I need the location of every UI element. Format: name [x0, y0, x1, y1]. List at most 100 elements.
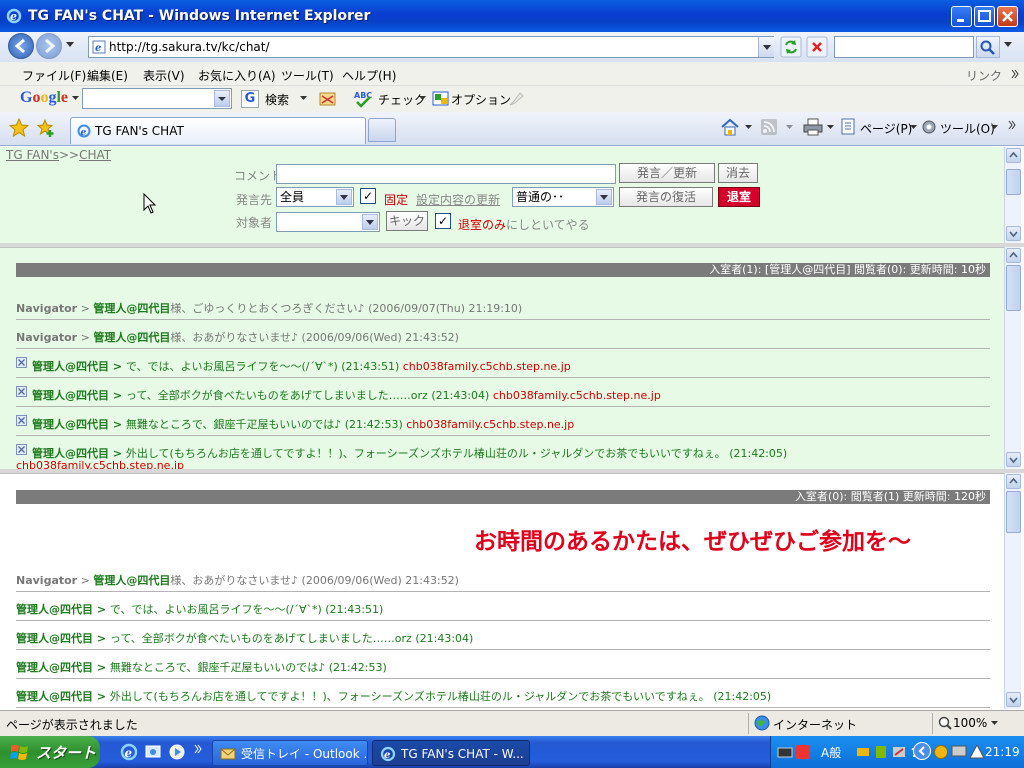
- delete-message-icon[interactable]: [16, 357, 27, 368]
- restore-message-button[interactable]: 発言の復活: [619, 187, 713, 207]
- ime-settings-icon[interactable]: [891, 744, 907, 760]
- leave-room-button[interactable]: 退室: [718, 187, 760, 207]
- settings-update-link[interactable]: 設定内容の更新: [416, 191, 500, 208]
- print-icon[interactable]: [803, 118, 823, 136]
- tools-gear-icon[interactable]: [920, 118, 938, 136]
- zoom-icon[interactable]: [938, 716, 952, 730]
- scroll-down-icon[interactable]: [1006, 226, 1021, 241]
- dest-select-arrow-icon[interactable]: [336, 189, 352, 205]
- start-button[interactable]: スタート: [0, 736, 100, 768]
- tools-menu-button[interactable]: ツール(O): [940, 120, 995, 137]
- target-select[interactable]: [276, 212, 380, 232]
- add-favorites-icon[interactable]: [36, 118, 56, 138]
- security-alert-icon[interactable]: [969, 744, 985, 760]
- clear-button[interactable]: 消去: [718, 163, 758, 183]
- tab-tg-fans-chat[interactable]: e TG FAN's CHAT: [70, 117, 366, 144]
- maximize-button[interactable]: [974, 6, 995, 27]
- print-dropdown-icon[interactable]: [827, 125, 834, 130]
- scroll-thumb[interactable]: [1006, 491, 1021, 533]
- options-button[interactable]: オプション: [451, 91, 511, 108]
- scroll-thumb[interactable]: [1006, 169, 1021, 195]
- address-input[interactable]: [88, 36, 774, 58]
- refresh-icon[interactable]: [780, 36, 802, 58]
- delete-message-icon[interactable]: [16, 386, 27, 397]
- viewer-log-scrollbar[interactable]: [1004, 473, 1021, 709]
- scroll-down-icon[interactable]: [1006, 452, 1021, 467]
- google-menu-icon[interactable]: [72, 96, 79, 101]
- tone-select[interactable]: 普通の･･: [512, 187, 614, 207]
- menu-file[interactable]: ファイル(F): [22, 67, 86, 84]
- delete-message-icon[interactable]: [16, 444, 27, 455]
- options-icon[interactable]: [432, 90, 450, 108]
- forward-button[interactable]: [36, 33, 62, 59]
- kick-button[interactable]: キック: [386, 211, 428, 231]
- tray-expand-icon[interactable]: [913, 742, 931, 760]
- scroll-thumb[interactable]: [1006, 265, 1021, 311]
- ime-icon[interactable]: [795, 744, 811, 760]
- google-search-input[interactable]: [82, 88, 232, 109]
- history-dropdown-icon[interactable]: [66, 42, 74, 48]
- task-ie-chat[interactable]: e TG FAN's CHAT - W...: [372, 740, 530, 766]
- ime-tools-icon[interactable]: [855, 744, 871, 760]
- address-dropdown-icon[interactable]: [758, 37, 774, 57]
- quicklaunch-chevron-icon[interactable]: [194, 744, 202, 754]
- menu-view[interactable]: 表示(V): [143, 67, 185, 84]
- breadcrumb-chat-link[interactable]: CHAT: [79, 148, 111, 162]
- close-button[interactable]: [997, 6, 1018, 27]
- feeds-dropdown-icon[interactable]: [786, 125, 793, 130]
- task-outlook[interactable]: 受信トレイ - Outlook ...: [212, 740, 368, 766]
- home-icon[interactable]: [720, 117, 740, 137]
- ime-mode[interactable]: A般: [821, 744, 841, 761]
- page-dropdown-icon[interactable]: [910, 125, 917, 130]
- clock[interactable]: 21:19: [985, 745, 1020, 759]
- network-icon[interactable]: [933, 744, 949, 760]
- scroll-down-icon[interactable]: [1006, 692, 1021, 707]
- google-dropdown-icon[interactable]: [214, 90, 230, 107]
- search-icon[interactable]: [976, 36, 1000, 58]
- new-tab-button[interactable]: [368, 118, 396, 142]
- leave-only-checkbox[interactable]: ✓: [435, 213, 451, 229]
- live-search-input[interactable]: [834, 36, 974, 58]
- popup-blocker-icon[interactable]: [319, 90, 337, 108]
- feeds-icon[interactable]: [761, 119, 777, 135]
- scroll-up-icon[interactable]: [1006, 248, 1021, 263]
- search-options-icon[interactable]: [1004, 42, 1012, 48]
- quicklaunch-desktop-icon[interactable]: [144, 743, 162, 761]
- highlighter-icon[interactable]: [507, 90, 525, 108]
- breadcrumb-home-link[interactable]: TG FAN's: [6, 148, 59, 162]
- top-frame-scrollbar[interactable]: [1004, 147, 1021, 243]
- menu-help[interactable]: ヘルプ(H): [342, 67, 396, 84]
- scroll-up-icon[interactable]: [1006, 474, 1021, 489]
- page-menu-icon[interactable]: [840, 118, 858, 136]
- zoom-dropdown-icon[interactable]: [991, 721, 998, 726]
- menu-edit[interactable]: 編集(E): [87, 67, 128, 84]
- delete-message-icon[interactable]: [16, 415, 27, 426]
- spellcheck-icon[interactable]: ABC: [354, 89, 374, 109]
- dest-select[interactable]: 全員: [276, 187, 354, 207]
- target-select-arrow-icon[interactable]: [362, 214, 378, 230]
- submit-update-button[interactable]: 発言／更新: [619, 163, 715, 183]
- toolbar-chevron-icon[interactable]: [1008, 120, 1016, 130]
- page-menu-button[interactable]: ページ(P): [860, 120, 912, 137]
- google-search-button[interactable]: 検索: [265, 91, 289, 108]
- minimize-button[interactable]: [951, 6, 972, 27]
- scroll-up-icon[interactable]: [1006, 148, 1021, 163]
- monitor-icon[interactable]: [951, 744, 967, 760]
- google-g-icon[interactable]: G: [241, 90, 259, 108]
- links-label[interactable]: リンク: [966, 67, 1002, 84]
- check-dropdown-icon[interactable]: [419, 96, 426, 101]
- tools-dropdown-icon[interactable]: [991, 125, 998, 130]
- menu-tools[interactable]: ツール(T): [281, 67, 334, 84]
- menu-favorites[interactable]: お気に入り(A): [198, 67, 276, 84]
- favorites-star-icon[interactable]: [9, 118, 29, 138]
- quicklaunch-ie-icon[interactable]: e: [120, 743, 138, 761]
- stop-icon[interactable]: [806, 36, 828, 58]
- home-dropdown-icon[interactable]: [745, 125, 752, 130]
- fixed-checkbox[interactable]: ✓: [360, 188, 376, 204]
- ime-dict-icon[interactable]: [873, 744, 889, 760]
- chat-log-scrollbar[interactable]: [1004, 247, 1021, 469]
- search-dropdown-icon[interactable]: [300, 96, 307, 101]
- security-zone-label[interactable]: インターネット: [773, 716, 857, 733]
- back-button[interactable]: [8, 33, 34, 59]
- comment-input[interactable]: [276, 164, 616, 184]
